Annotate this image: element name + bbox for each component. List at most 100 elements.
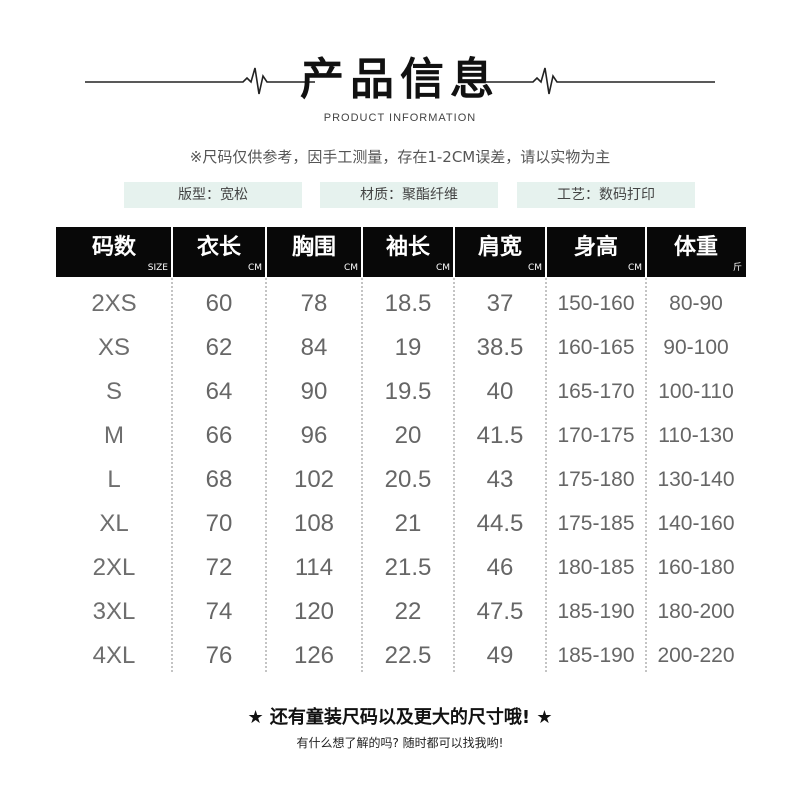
cell-height: 170-175 bbox=[557, 424, 635, 447]
footer-contact: 有什么想了解的吗? 随时都可以找我哟! bbox=[296, 736, 504, 750]
cell-sleeve: 21 bbox=[394, 510, 422, 537]
table-row: XS 62 84 19 38.5 160-165 90-100 bbox=[56, 326, 746, 370]
header-sleeve: 袖长 CM bbox=[362, 227, 454, 277]
header-divider bbox=[453, 227, 455, 277]
cell-weight: 140-160 bbox=[657, 512, 735, 535]
cell-chest: 78 bbox=[300, 290, 328, 317]
cell-weight: 110-130 bbox=[658, 424, 734, 447]
cell-size: XS bbox=[97, 334, 130, 361]
column-divider bbox=[453, 227, 455, 672]
table-row: 2XL 72 114 21.5 46 180-185 160-180 bbox=[56, 546, 746, 590]
table-header: 码数 SIZE 衣长 CM 胸围 CM 袖长 CM 肩宽 CM 身高 CM 体重斤 bbox=[56, 227, 746, 277]
cell-size: 4XL bbox=[92, 642, 136, 669]
table-row: 4XL 76 126 22.5 49 185-190 200-220 bbox=[56, 634, 746, 678]
cell-chest: 108 bbox=[293, 510, 335, 537]
cell-length: 60 bbox=[205, 290, 233, 317]
cell-shoulder: 40 bbox=[486, 378, 514, 405]
cell-chest: 96 bbox=[300, 422, 328, 449]
header-label: 胸围 bbox=[291, 235, 336, 260]
style-attribute: 版型：宽松 bbox=[124, 182, 302, 208]
cell-chest: 120 bbox=[293, 598, 335, 625]
header-unit: CM bbox=[627, 263, 642, 273]
cell-length: 62 bbox=[205, 334, 233, 361]
cell-shoulder: 44.5 bbox=[476, 510, 524, 537]
cell-height: 150-160 bbox=[557, 292, 635, 315]
cell-height: 175-185 bbox=[557, 512, 635, 535]
column-divider bbox=[545, 227, 547, 672]
header-chest: 胸围 CM bbox=[266, 227, 362, 277]
cell-height: 175-180 bbox=[557, 468, 635, 491]
header-unit: CM bbox=[527, 263, 542, 273]
table-row: XL 70 108 21 44.5 175-185 140-160 bbox=[56, 502, 746, 546]
cell-size: 2XS bbox=[91, 290, 137, 317]
material-attribute: 材质：聚酯纤维 bbox=[320, 182, 498, 208]
cell-height: 180-185 bbox=[557, 556, 635, 579]
header-label: 体重 bbox=[673, 235, 718, 260]
cell-length: 76 bbox=[205, 642, 233, 669]
header-length: 衣长 CM bbox=[172, 227, 266, 277]
header-size: 码数 SIZE bbox=[56, 227, 172, 277]
cell-length: 68 bbox=[205, 466, 233, 493]
cell-sleeve: 18.5 bbox=[384, 290, 432, 317]
header-shoulder: 肩宽 CM bbox=[454, 227, 546, 277]
cell-shoulder: 43 bbox=[486, 466, 514, 493]
header-divider bbox=[265, 227, 267, 277]
cell-size: S bbox=[105, 378, 122, 405]
heartbeat-line-right-icon bbox=[485, 67, 715, 95]
cell-height: 185-190 bbox=[557, 644, 635, 667]
cell-chest: 90 bbox=[300, 378, 328, 405]
header-unit: SIZE bbox=[147, 263, 168, 273]
cell-size: L bbox=[107, 466, 121, 493]
cell-sleeve: 20 bbox=[394, 422, 422, 449]
table-row: M 66 96 20 41.5 170-175 110-130 bbox=[56, 414, 746, 458]
cell-shoulder: 37 bbox=[486, 290, 514, 317]
cell-length: 72 bbox=[205, 554, 233, 581]
header-divider bbox=[545, 227, 547, 277]
cell-chest: 126 bbox=[293, 642, 335, 669]
table-row: 3XL 74 120 22 47.5 185-190 180-200 bbox=[56, 590, 746, 634]
header-height: 身高 CM bbox=[546, 227, 646, 277]
cell-height: 165-170 bbox=[557, 380, 635, 403]
header-label: 码数 bbox=[91, 235, 136, 260]
cell-weight: 160-180 bbox=[657, 556, 735, 579]
cell-sleeve: 22 bbox=[394, 598, 422, 625]
cell-shoulder: 46 bbox=[486, 554, 514, 581]
header-divider bbox=[645, 227, 647, 277]
table-row: S 64 90 19.5 40 165-170 100-110 bbox=[56, 370, 746, 414]
header-label: 身高 bbox=[573, 235, 618, 260]
cell-sleeve: 20.5 bbox=[384, 466, 432, 493]
cell-height: 185-190 bbox=[557, 600, 635, 623]
header-unit: 斤 bbox=[732, 263, 742, 273]
cell-length: 74 bbox=[205, 598, 233, 625]
column-divider bbox=[361, 227, 363, 672]
cell-length: 70 bbox=[205, 510, 233, 537]
size-note: ※尺码仅供参考，因手工测量，存在1-2CM误差，请以实物为主 bbox=[189, 148, 611, 166]
cell-weight: 90-100 bbox=[663, 336, 729, 359]
cell-sleeve: 21.5 bbox=[384, 554, 432, 581]
cell-shoulder: 47.5 bbox=[476, 598, 524, 625]
header-weight: 体重斤 bbox=[646, 227, 746, 277]
header-divider bbox=[171, 227, 173, 277]
header-unit: CM bbox=[247, 263, 262, 273]
product-attributes: 版型：宽松 材质：聚酯纤维 工艺：数码打印 bbox=[0, 182, 800, 208]
cell-shoulder: 41.5 bbox=[476, 422, 524, 449]
header-divider bbox=[361, 227, 363, 277]
header-label: 衣长 bbox=[196, 235, 241, 260]
cell-weight: 180-200 bbox=[657, 600, 735, 623]
column-divider bbox=[171, 227, 173, 672]
cell-weight: 80-90 bbox=[669, 292, 723, 315]
craft-attribute: 工艺：数码打印 bbox=[517, 182, 695, 208]
footer-promo: ★ 还有童装尺码以及更大的尺寸哦! ★ bbox=[247, 707, 553, 728]
cell-length: 64 bbox=[205, 378, 233, 405]
column-divider bbox=[645, 227, 647, 672]
table-row: 2XS 60 78 18.5 37 150-160 80-90 bbox=[56, 282, 746, 326]
cell-weight: 100-110 bbox=[658, 380, 734, 403]
cell-length: 66 bbox=[205, 422, 233, 449]
table-row: L 68 102 20.5 43 175-180 130-140 bbox=[56, 458, 746, 502]
cell-shoulder: 38.5 bbox=[476, 334, 524, 361]
cell-size: 3XL bbox=[92, 598, 136, 625]
cell-size: M bbox=[104, 422, 124, 449]
cell-size: 2XL bbox=[92, 554, 136, 581]
cell-chest: 84 bbox=[300, 334, 328, 361]
cell-sleeve: 22.5 bbox=[384, 642, 432, 669]
